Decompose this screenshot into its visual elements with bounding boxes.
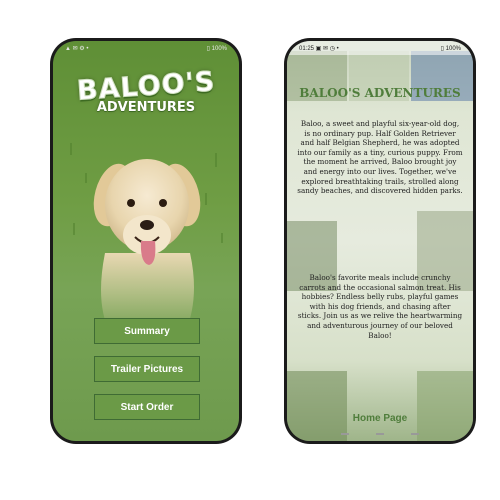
trailer-pictures-button[interactable]: Trailer Pictures <box>94 356 200 382</box>
home-page-link[interactable]: Home Page <box>287 413 473 424</box>
android-nav-bar <box>287 433 473 439</box>
summary-paragraph: Baloo's favorite meals include crunchy c… <box>297 273 463 340</box>
status-bar: 01:25 ▣ ✉ ◷ • ▯ 100% <box>287 41 473 55</box>
phone-frame-left: ▲ ✉ ⚙ • ▯ 100% BALOO'S ADVENTURES Summar… <box>50 38 242 444</box>
nav-home-icon[interactable] <box>375 433 384 435</box>
home-screen: ▲ ✉ ⚙ • ▯ 100% BALOO'S ADVENTURES Summar… <box>53 41 239 441</box>
summary-screen: 01:25 ▣ ✉ ◷ • ▯ 100% BALOO'S ADVENTURES … <box>287 41 473 441</box>
page-title: BALOO'S ADVENTURES <box>299 86 461 100</box>
nav-back-icon[interactable] <box>411 433 420 435</box>
status-icons-left: ▲ ✉ ⚙ • <box>65 45 89 52</box>
status-bar: ▲ ✉ ⚙ • ▯ 100% <box>53 41 239 55</box>
battery-indicator: ▯ 100% <box>440 45 461 52</box>
summary-button[interactable]: Summary <box>94 318 200 344</box>
status-icons-left: 01:25 ▣ ✉ ◷ • <box>299 45 339 52</box>
dog-photo <box>70 143 223 333</box>
start-order-button[interactable]: Start Order <box>94 394 200 420</box>
app-logo: BALOO'S ADVENTURES <box>53 66 239 115</box>
nav-recent-icon[interactable] <box>340 433 349 435</box>
phone-frame-right: 01:25 ▣ ✉ ◷ • ▯ 100% BALOO'S ADVENTURES … <box>284 38 476 444</box>
photo-collage-background <box>287 51 473 441</box>
battery-indicator: ▯ 100% <box>206 45 227 52</box>
summary-paragraph: Baloo, a sweet and playful six-year-old … <box>297 119 463 196</box>
